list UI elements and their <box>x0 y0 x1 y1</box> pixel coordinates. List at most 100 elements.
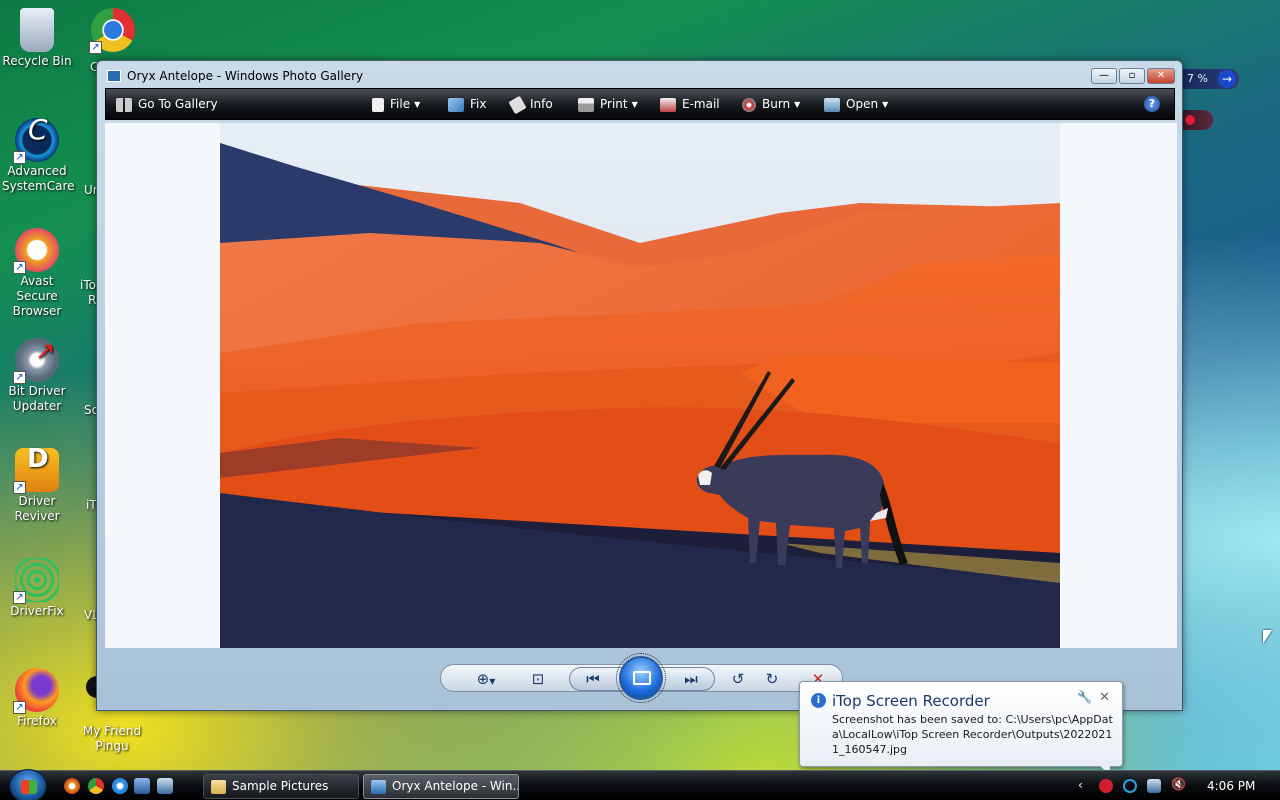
cpu-meter-gadget[interactable]: 7 % → <box>1183 69 1239 89</box>
desktop-icon-firefox[interactable]: ↗ Firefox <box>2 668 72 729</box>
driver-reviver-icon: D ↗ <box>13 446 59 494</box>
folder-icon <box>211 780 226 794</box>
avast-browser-icon: ↗ <box>13 228 59 274</box>
burn-disc-icon <box>742 97 756 112</box>
task-label: Oryx Antelope - Win... <box>392 779 519 793</box>
desktop-icon-chrome[interactable]: ↗ <box>78 8 148 54</box>
info-button[interactable]: Info <box>508 95 553 114</box>
desktop-icon-label: My Friend Pingu <box>82 724 142 753</box>
open-icon <box>824 97 840 112</box>
rotate-right-button[interactable]: ↻ <box>761 669 783 689</box>
record-dot-icon <box>1185 115 1195 125</box>
print-label: Print <box>600 97 628 111</box>
desktop-icon-driver-reviver[interactable]: D ↗ Driver Reviver <box>2 446 72 524</box>
firefox-icon: ↗ <box>13 668 59 714</box>
rotate-clockwise-icon: ↻ <box>765 670 779 688</box>
open-menu-button[interactable]: Open ▼ <box>824 97 888 112</box>
actual-size-button[interactable]: ⊡ <box>527 669 549 689</box>
email-label: E-mail <box>682 97 720 111</box>
zoom-button[interactable]: ⊕▼ <box>469 669 503 689</box>
go-to-gallery-button[interactable]: Go To Gallery <box>116 97 218 112</box>
taskbar-button-sample-pictures[interactable]: Sample Pictures <box>203 774 359 799</box>
fix-button[interactable]: Fix <box>448 97 486 112</box>
photo-gallery-app-icon <box>107 70 121 82</box>
maximize-button[interactable]: ▫ <box>1119 68 1145 84</box>
quicklaunch-show-desktop-icon[interactable] <box>134 778 150 794</box>
photo-viewer <box>105 123 1177 648</box>
desktop-icon-driverfix[interactable]: ↗ DriverFix <box>2 558 72 619</box>
skip-previous-icon: ⏮ <box>586 670 600 688</box>
network-icon[interactable] <box>1147 779 1161 793</box>
close-button[interactable]: ✕ <box>1147 68 1175 84</box>
volume-muted-icon[interactable]: 🔇 <box>1171 777 1186 791</box>
chevron-down-icon: ▼ <box>882 100 889 109</box>
next-button[interactable]: ⏭ <box>680 669 702 689</box>
advanced-systemcare-tray-icon[interactable] <box>1123 779 1137 793</box>
file-menu-button[interactable]: File ▼ <box>372 97 420 112</box>
fix-icon <box>448 97 464 112</box>
email-button[interactable]: E-mail <box>660 97 720 112</box>
desktop-icon-label: Firefox <box>17 714 57 728</box>
toolbar: Go To Gallery File ▼ Fix Info Print ▼ E-ma… <box>105 88 1175 120</box>
rotate-counterclockwise-icon: ↺ <box>731 670 745 688</box>
itop-recorder-tray-icon[interactable] <box>1099 779 1113 793</box>
previous-button[interactable]: ⏮ <box>582 669 604 689</box>
rotate-left-button[interactable]: ↺ <box>727 669 749 689</box>
desktop-icon-label: Driver Reviver <box>14 494 60 523</box>
info-icon: i <box>811 693 826 708</box>
desktop-icon-label: DriverFix <box>10 604 64 618</box>
taskbar: Sample Pictures Oryx Antelope - Win... ‹… <box>0 769 1280 800</box>
quicklaunch-ie-icon[interactable] <box>112 778 128 794</box>
desktop-icon-advanced-systemcare[interactable]: C ↗ Advanced SystemCare <box>2 116 75 194</box>
desktop-icon-label: Avast Secure Browser <box>12 274 62 318</box>
desktop-icon-bit-driver-updater[interactable]: ↗ ↗ Bit Driver Updater <box>2 338 72 414</box>
print-menu-button[interactable]: Print ▼ <box>578 97 638 112</box>
bit-driver-updater-icon: ↗ ↗ <box>13 338 59 384</box>
photo-gallery-window: Oryx Antelope - Windows Photo Gallery — … <box>96 60 1183 711</box>
zoom-icon: ⊕ <box>476 670 490 688</box>
minimize-button[interactable]: — <box>1091 68 1117 84</box>
open-label: Open <box>846 97 879 111</box>
window-title: Oryx Antelope - Windows Photo Gallery <box>127 69 364 83</box>
start-button[interactable] <box>9 769 47 800</box>
quicklaunch-avast-icon[interactable] <box>64 778 80 794</box>
desktop-icon-recycle-bin[interactable]: Recycle Bin <box>2 8 72 69</box>
notification-balloon[interactable]: i iTop Screen Recorder 🔧 ✕ Screenshot ha… <box>799 681 1123 775</box>
advanced-systemcare-icon: C ↗ <box>13 116 59 164</box>
mouse-cursor <box>1263 630 1272 644</box>
gadget-value: 7 % <box>1187 72 1208 85</box>
notification-body: Screenshot has been saved to: C:\Users\p… <box>832 713 1113 756</box>
close-notification-button[interactable]: ✕ <box>1099 690 1110 705</box>
desktop-icon-avast-browser[interactable]: ↗ Avast Secure Browser <box>2 228 72 319</box>
chevron-down-icon: ▼ <box>489 677 496 686</box>
desktop-icon-label: Recycle Bin <box>2 54 72 68</box>
printer-icon <box>578 97 594 112</box>
title-bar[interactable]: Oryx Antelope - Windows Photo Gallery — … <box>97 61 1182 89</box>
skip-next-icon: ⏭ <box>684 670 698 688</box>
burn-menu-button[interactable]: Burn ▼ <box>742 97 800 112</box>
fix-label: Fix <box>470 97 487 111</box>
help-icon[interactable]: ? <box>1144 96 1160 112</box>
file-icon <box>372 97 384 112</box>
wrench-icon[interactable]: 🔧 <box>1077 690 1092 704</box>
quicklaunch-chrome-icon[interactable] <box>88 778 104 794</box>
arrow-right-icon[interactable]: → <box>1218 70 1236 88</box>
chevron-down-icon: ▼ <box>794 100 801 109</box>
clock[interactable]: 4:06 PM <box>1207 779 1255 793</box>
quicklaunch-switch-windows-icon[interactable] <box>157 778 173 794</box>
actual-size-icon: ⊡ <box>531 670 545 688</box>
recorder-gadget[interactable] <box>1183 110 1213 130</box>
slide-show-button[interactable] <box>616 653 666 703</box>
go-to-gallery-label: Go To Gallery <box>138 97 218 111</box>
desktop-icon-label: Bit Driver Updater <box>8 384 66 413</box>
chevron-down-icon: ▼ <box>414 100 421 109</box>
gallery-grid-icon <box>116 97 132 112</box>
file-label: File <box>390 97 411 111</box>
windows-logo-icon <box>21 780 37 794</box>
photo-gallery-icon <box>371 780 386 794</box>
partial-label: iTo <box>80 278 96 292</box>
oryx-antelope-photo[interactable] <box>220 123 1060 648</box>
info-tag-icon <box>508 95 527 114</box>
show-hidden-icons-button[interactable]: ‹ <box>1078 778 1092 792</box>
taskbar-button-photo-gallery[interactable]: Oryx Antelope - Win... <box>363 774 519 799</box>
